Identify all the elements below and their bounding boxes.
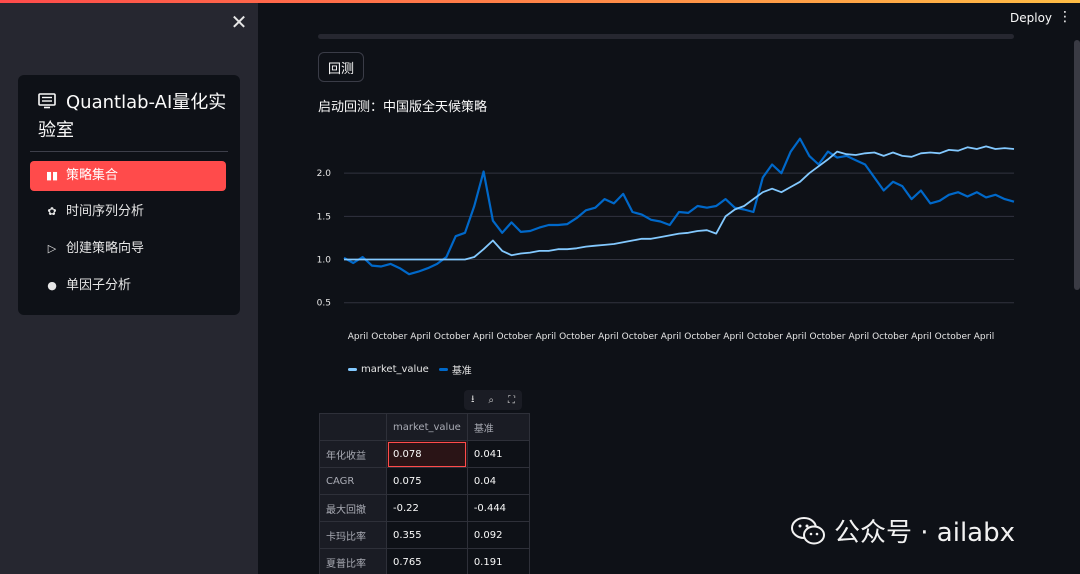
column-header-market-value[interactable]: market_value [386, 413, 468, 441]
sidebar: ✕ Quantlab-AI量化实验室 ▮▮ 策略集合 ✿ 时间序列分析 ▷ 创建策略向… [0, 3, 258, 574]
x-tick-label: October [622, 332, 658, 342]
x-tick-label: October [496, 332, 532, 342]
x-tick-label: April [598, 332, 619, 342]
table-toolbar: ⭳ ⌕ ⛶ [464, 390, 522, 410]
legend-swatch [438, 368, 448, 371]
table-cell[interactable]: -0.22 [386, 494, 468, 522]
table-cell[interactable]: 0.041 [466, 440, 530, 468]
sidebar-item-label: 时间序列分析 [66, 204, 145, 219]
y-tick-label: 1.5 [317, 212, 331, 222]
row-label: 最大回撤 [319, 494, 387, 522]
x-tick-label: April [536, 332, 557, 342]
table-cell[interactable]: 0.765 [386, 548, 468, 574]
sidebar-item-label: 创建策略向导 [66, 241, 145, 256]
legend-swatch [348, 368, 357, 371]
table-cell[interactable]: 0.191 [466, 548, 530, 574]
x-tick-label: April [661, 332, 682, 342]
legend-label: 基准 [451, 366, 472, 377]
metrics-table: market_value 基准 年化收益 0.078 0.041 CAGR 0.… [319, 413, 530, 574]
legend-item-benchmark[interactable]: 基准 [438, 362, 472, 377]
table-row: CAGR 0.075 0.04 [319, 467, 530, 495]
column-header-benchmark[interactable]: 基准 [466, 413, 530, 441]
x-tick-label: October [371, 332, 407, 342]
backtest-button[interactable]: 回测 [318, 52, 364, 82]
download-icon[interactable]: ⭳ [471, 392, 475, 409]
wechat-icon [791, 516, 825, 544]
table-row: 卡玛比率 0.355 0.092 [319, 521, 530, 549]
table-header-row: market_value 基准 [319, 413, 530, 441]
search-icon[interactable]: ⌕ [488, 395, 494, 406]
x-tick-label: April [786, 332, 807, 342]
x-tick-label: October [434, 332, 470, 342]
x-tick-label: April [410, 332, 431, 342]
nav-menu: Quantlab-AI量化实验室 ▮▮ 策略集合 ✿ 时间序列分析 ▷ 创建策略向导 … [18, 75, 240, 315]
table-row: 最大回撤 -0.22 -0.444 [319, 494, 530, 522]
x-tick-label: October [809, 332, 845, 342]
table-row: 年化收益 0.078 0.041 [319, 440, 530, 468]
fullscreen-icon[interactable]: ⛶ [508, 395, 515, 406]
x-tick-label: October [935, 332, 971, 342]
x-tick-label: October [747, 332, 783, 342]
content-top-stripe [318, 34, 1014, 39]
x-tick-label: April [348, 332, 369, 342]
sidebar-item-factor-analysis[interactable]: ● 单因子分析 [30, 271, 226, 301]
row-label: 卡玛比率 [319, 521, 387, 549]
x-tick-label: October [872, 332, 908, 342]
x-tick-label: April [473, 332, 494, 342]
table-cell[interactable]: 0.075 [386, 467, 468, 495]
kebab-icon[interactable]: ⋮ [1058, 9, 1072, 25]
series-line-market-value[interactable] [344, 145, 1015, 261]
sidebar-item-strategy-wizard[interactable]: ▷ 创建策略向导 [30, 234, 226, 264]
legend-item-market-value[interactable]: market_value [348, 364, 429, 375]
table-row: 夏普比率 0.765 0.191 [319, 548, 530, 574]
sidebar-item-label: 策略集合 [66, 168, 119, 183]
network-icon: ✿ [47, 205, 57, 218]
table-corner-header [319, 413, 387, 441]
watermark: 公众号 · ailabx [790, 512, 1015, 549]
table-cell[interactable]: -0.444 [466, 494, 530, 522]
table-cell[interactable]: 0.04 [466, 467, 530, 495]
x-tick-label: October [684, 332, 720, 342]
watermark-text: 公众号 · ailabx [834, 518, 1015, 548]
page-scrollbar[interactable] [1074, 40, 1080, 290]
row-label: CAGR [319, 467, 387, 495]
equity-curve-chart[interactable]: 0.51.01.52.0April October April October Apri… [300, 120, 1030, 350]
x-tick-label: April [849, 332, 870, 342]
close-icon[interactable]: ✕ [228, 11, 250, 33]
row-label: 夏普比率 [319, 548, 387, 574]
x-tick-label: April [974, 332, 995, 342]
play-icon: ▷ [47, 242, 57, 255]
y-tick-label: 1.0 [317, 256, 332, 266]
sidebar-title-text: Quantlab-AI量化实验室 [38, 92, 227, 141]
document-icon [38, 93, 56, 109]
sidebar-title: Quantlab-AI量化实验室 [38, 89, 228, 145]
table-cell[interactable]: 0.355 [386, 521, 468, 549]
table-cell[interactable]: 0.092 [466, 521, 530, 549]
nav-divider [30, 151, 228, 152]
sidebar-item-timeseries[interactable]: ✿ 时间序列分析 [30, 197, 226, 227]
y-tick-label: 0.5 [317, 299, 331, 309]
legend-label: market_value [361, 364, 429, 375]
sidebar-item-label: 单因子分析 [66, 278, 132, 293]
row-label: 年化收益 [319, 440, 387, 468]
x-tick-label: April [911, 332, 932, 342]
deploy-button[interactable]: Deploy [1010, 11, 1052, 25]
globe-icon: ● [47, 279, 57, 292]
backtest-status-text: 启动回测：中国版全天候策略 [318, 100, 488, 115]
series-line-benchmark[interactable] [343, 137, 1015, 276]
x-tick-label: October [559, 332, 595, 342]
bar-chart-icon: ▮▮ [45, 169, 59, 182]
x-tick-label: April [723, 332, 744, 342]
table-cell-selected[interactable]: 0.078 [386, 440, 468, 468]
sidebar-item-strategies[interactable]: ▮▮ 策略集合 [30, 161, 226, 191]
chart-legend: market_value 基准 [348, 362, 472, 377]
y-tick-label: 2.0 [317, 169, 332, 179]
